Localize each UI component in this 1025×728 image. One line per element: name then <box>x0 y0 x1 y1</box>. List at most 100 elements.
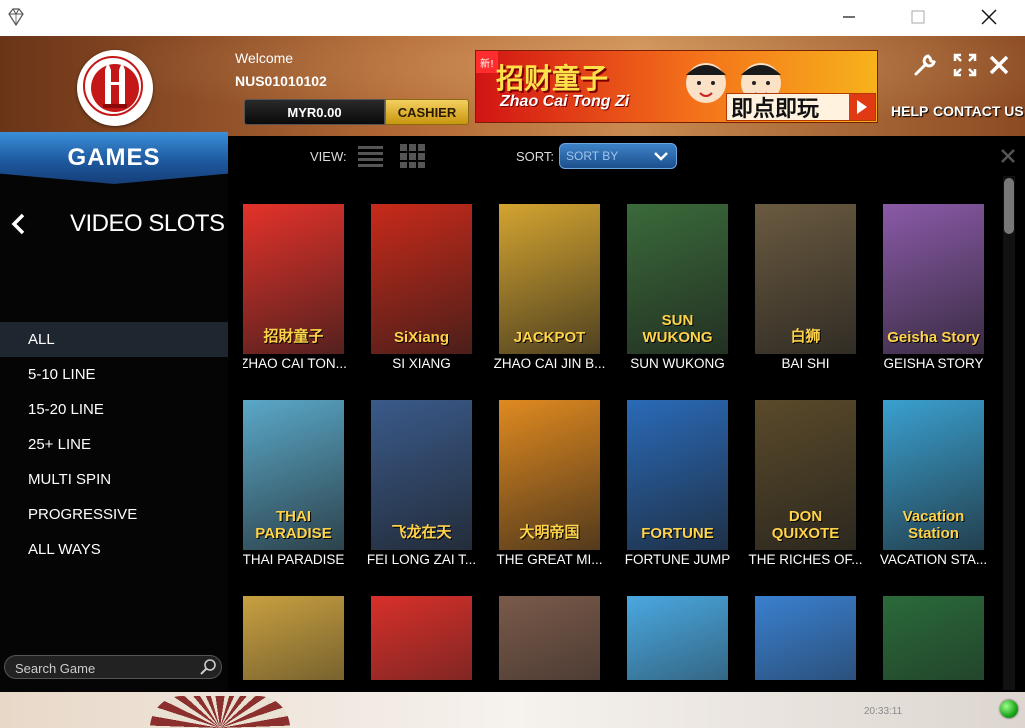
help-link[interactable]: HELP <box>891 103 928 119</box>
sidebar: GAMES VIDEO SLOTS ALL 5-10 LINE 15-20 LINE… <box>0 132 228 694</box>
game-thumbnail[interactable]: JACKPOT <box>499 204 600 354</box>
game-thumbnail[interactable]: FORTUNE <box>627 400 728 550</box>
game-name: THAI PARADISE <box>243 552 345 567</box>
new-badge: 新! <box>476 51 498 73</box>
back-arrow-icon[interactable] <box>8 212 28 236</box>
game-thumbnail[interactable] <box>243 596 344 680</box>
chevron-down-icon <box>654 152 668 161</box>
game-name: THE RICHES OF... <box>748 552 863 567</box>
filter-item[interactable]: MULTI SPIN <box>0 462 228 497</box>
filter-item[interactable]: 5-10 LINE <box>0 357 228 392</box>
game-art-label: Geisha Story <box>887 329 980 346</box>
game-art-label: 飞龙在天 <box>391 524 452 541</box>
game-name: THE GREAT MI... <box>496 552 603 567</box>
game-thumbnail[interactable]: 招財童子 <box>243 204 344 354</box>
username: NUS01010102 <box>235 73 327 89</box>
filter-item[interactable]: 15-20 LINE <box>0 392 228 427</box>
game-thumbnail[interactable]: DON QUIXOTE <box>755 400 856 550</box>
game-art-label: THAI PARADISE <box>255 508 332 542</box>
section-title: VIDEO SLOTS <box>70 210 225 237</box>
filter-item[interactable]: 25+ LINE <box>0 427 228 462</box>
game-name: GEISHA STORY <box>883 356 984 371</box>
game-thumbnail[interactable]: THAI PARADISE <box>243 400 344 550</box>
clock: 20:33:11 <box>864 706 903 717</box>
game-name: ZHAO CAI TON... <box>243 356 347 371</box>
sort-dropdown[interactable]: SORT BY <box>559 143 677 169</box>
game-thumbnail[interactable]: Geisha Story <box>883 204 984 354</box>
banner-cta: 即点即玩 <box>731 97 820 122</box>
game-thumbnail[interactable]: 大明帝国 <box>499 400 600 550</box>
lobby-toolbar: VIEW: SORT: SORT BY <box>228 136 1025 176</box>
category-filter-list: ALL 5-10 LINE 15-20 LINE 25+ LINE MULTI SPIN… <box>0 322 228 567</box>
game-art-label: FORTUNE <box>641 525 714 542</box>
play-arrow-icon <box>849 94 875 120</box>
search-icon[interactable] <box>199 658 217 676</box>
close-window-button[interactable] <box>966 0 1012 34</box>
search-input[interactable] <box>13 656 197 680</box>
game-thumbnail[interactable]: SiXiang <box>371 204 472 354</box>
grid-view-icon[interactable] <box>400 144 426 168</box>
contact-us-link[interactable]: CONTACT US <box>933 103 1024 119</box>
game-art-label: 大明帝国 <box>519 524 580 541</box>
search-box[interactable] <box>4 655 222 680</box>
game-name: BAI SHI <box>781 356 830 371</box>
sort-label: SORT: <box>516 149 555 164</box>
wrench-icon <box>914 54 936 76</box>
game-art-label: 白狮 <box>790 328 821 345</box>
expand-icon <box>953 53 977 77</box>
game-art-label: DON QUIXOTE <box>771 508 840 542</box>
game-thumbnail[interactable]: 白狮 <box>755 204 856 354</box>
game-art-label: 招財童子 <box>263 328 324 345</box>
game-thumbnail[interactable] <box>883 596 984 680</box>
game-thumbnail[interactable] <box>371 596 472 680</box>
game-name: FEI LONG ZAI T... <box>366 552 477 567</box>
game-thumbnail[interactable]: 飞龙在天 <box>371 400 472 550</box>
filter-item[interactable]: ALL <box>0 322 228 357</box>
game-name: SI XIANG <box>392 356 451 371</box>
game-name: FORTUNE JUMP <box>624 552 731 567</box>
game-thumbnail[interactable]: Vacation Station <box>883 400 984 550</box>
banner-title: 招财童子 <box>496 62 609 95</box>
close-icon <box>981 9 997 25</box>
sort-value: SORT BY <box>566 149 619 163</box>
game-art-label: SiXiang <box>393 329 449 346</box>
casino-logo <box>77 50 153 126</box>
connection-status-icon <box>1000 700 1018 718</box>
view-label: VIEW: <box>310 149 347 164</box>
game-art-label: SUN WUKONG <box>642 312 713 346</box>
game-thumbnail[interactable] <box>755 596 856 680</box>
game-lobby: VIEW: SORT: SORT BY 招財童子 ZHAO CAI TON... S… <box>228 136 1025 694</box>
window-titlebar <box>0 0 1025 36</box>
welcome-label: Welcome <box>235 50 294 66</box>
close-icon[interactable] <box>1000 148 1016 164</box>
casino-app: Welcome NUS01010102 MYR0.00 CASHIER 新! 招… <box>0 36 1025 728</box>
game-name: ZHAO CAI JIN B... <box>493 356 606 371</box>
balance-display: MYR0.00 <box>244 99 385 125</box>
filter-item[interactable]: ALL WAYS <box>0 532 228 567</box>
game-name: SUN WUKONG <box>630 356 725 371</box>
close-app-button[interactable] <box>986 52 1012 78</box>
roulette-wheel-image <box>150 696 290 728</box>
fullscreen-button[interactable] <box>952 52 978 78</box>
scrollbar-thumb[interactable] <box>1004 178 1014 234</box>
banner-subtitle: Zhao Cai Tong Zi <box>500 93 630 110</box>
game-name: VACATION STA... <box>879 552 988 567</box>
game-grid: 招財童子 ZHAO CAI TON... SiXiang SI XIANG JACKPO… <box>243 204 1003 680</box>
games-tab[interactable]: GAMES <box>0 132 228 184</box>
maximize-icon <box>911 10 925 24</box>
scrollbar[interactable] <box>1003 176 1015 690</box>
filter-item[interactable]: PROGRESSIVE <box>0 497 228 532</box>
game-thumbnail[interactable]: SUN WUKONG <box>627 204 728 354</box>
game-thumbnail[interactable] <box>627 596 728 680</box>
minimize-button[interactable] <box>826 0 872 34</box>
settings-button[interactable] <box>912 52 938 78</box>
list-view-icon[interactable] <box>358 144 383 168</box>
play-now-button[interactable]: 即点即玩 <box>726 93 876 122</box>
promo-banner[interactable]: 新! 招财童子 Zhao Cai Tong Zi 即点即玩 <box>475 50 878 123</box>
maximize-button[interactable] <box>895 0 941 34</box>
game-thumbnail[interactable] <box>499 596 600 680</box>
close-icon <box>989 55 1009 75</box>
minimize-icon <box>843 16 855 18</box>
cashier-button[interactable]: CASHIER <box>385 99 469 125</box>
twin-towers-logo-icon <box>91 62 139 112</box>
